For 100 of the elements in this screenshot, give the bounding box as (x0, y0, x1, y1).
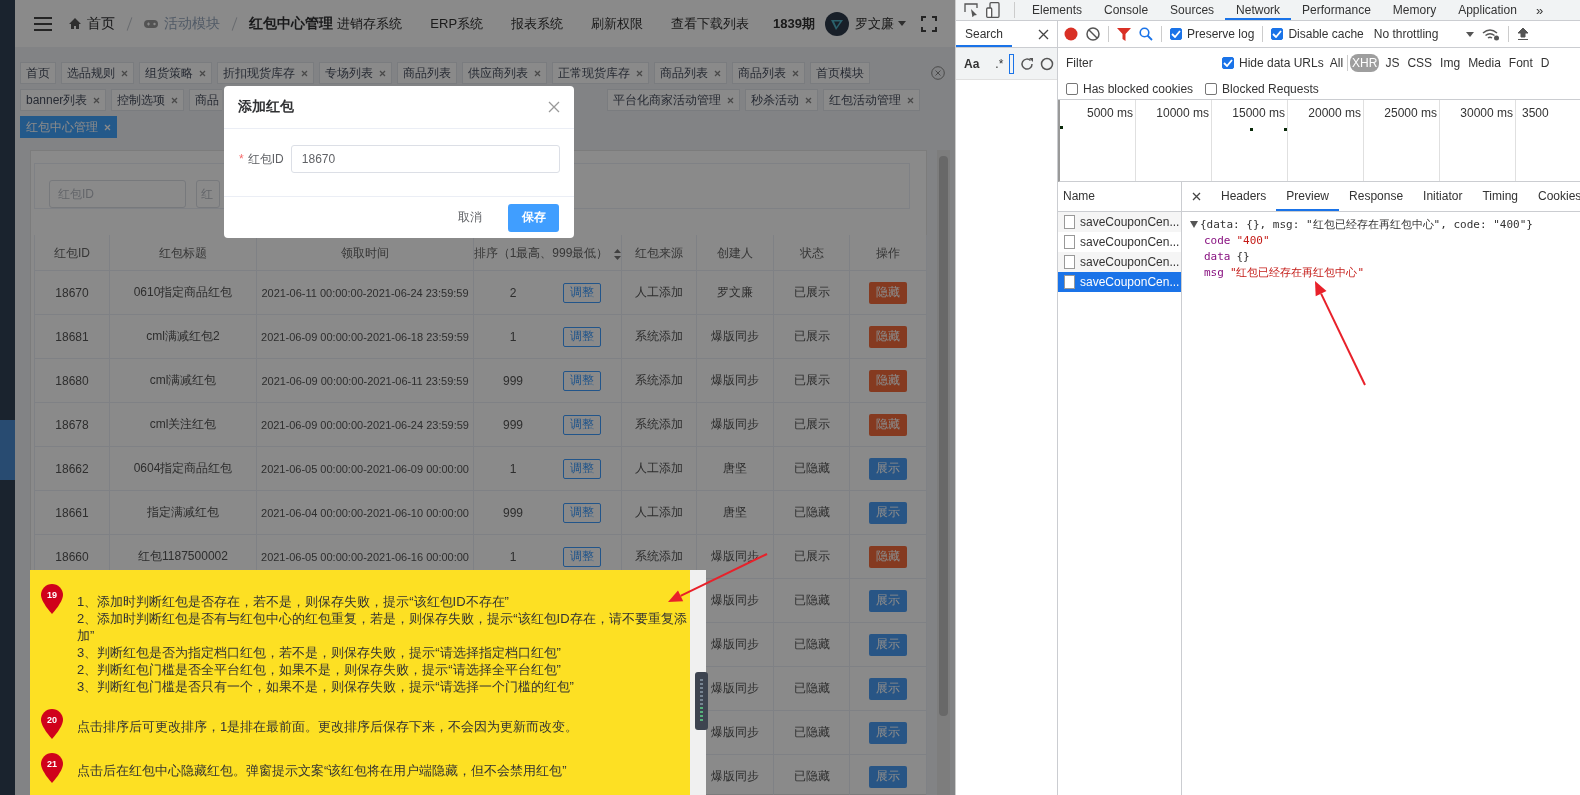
caret-icon[interactable] (898, 21, 906, 26)
devtools-tab[interactable]: Console (1093, 0, 1160, 20)
filter-type-button[interactable]: Img (1438, 54, 1463, 72)
sort-icon[interactable] (614, 249, 622, 260)
tab[interactable]: 专场列表 (319, 62, 392, 84)
throttling-select[interactable]: No throttling (1373, 27, 1439, 41)
tab[interactable]: 秒杀活动 (745, 89, 819, 111)
tab[interactable]: 商品 (189, 89, 223, 111)
close-icon[interactable] (1192, 192, 1201, 201)
save-button[interactable]: 保存 (508, 203, 559, 232)
tab[interactable]: 组货策略 (139, 62, 212, 84)
table-cell: 爆版同步 (697, 403, 774, 446)
checkbox-label[interactable]: Hide data URLs (1239, 56, 1324, 70)
checkbox-label[interactable]: Has blocked cookies (1083, 81, 1194, 96)
detail-tab[interactable]: Response (1339, 182, 1414, 211)
filter-type-button[interactable]: Font (1506, 54, 1535, 72)
search-input[interactable] (1009, 53, 1015, 74)
nav-link[interactable]: ERP系统 (430, 14, 484, 33)
filter-type-button[interactable]: D (1538, 54, 1552, 72)
request-row[interactable]: saveCouponCen... (1058, 252, 1181, 272)
detail-tab[interactable]: Headers (1211, 182, 1277, 211)
search-icon[interactable] (1139, 27, 1153, 41)
checkbox[interactable] (1271, 28, 1284, 40)
inspect-icon[interactable] (964, 3, 978, 17)
filter-icon[interactable] (1117, 27, 1131, 41)
nav-link[interactable]: 进销存系统 (337, 14, 403, 33)
record-icon[interactable] (1064, 27, 1078, 41)
devtools-tab[interactable]: Sources (1159, 0, 1226, 20)
scrollbar[interactable] (937, 150, 950, 795)
detail-tab[interactable]: Preview (1276, 182, 1340, 211)
nav-link[interactable]: 查看下载列表 (671, 14, 750, 33)
user-name[interactable]: 罗文廉 (855, 14, 894, 33)
devtools-tab[interactable]: Network (1225, 0, 1292, 20)
checkbox-label[interactable]: Disable cache (1288, 27, 1364, 41)
number-marker: 20 (40, 709, 64, 739)
table-cell: 2021-06-09 00:00:00-2021-06-24 23:59:59 (257, 403, 474, 446)
devtools-tab[interactable]: Memory (1381, 0, 1448, 20)
checkbox[interactable] (1222, 57, 1234, 69)
close-all-icon[interactable] (931, 66, 945, 80)
coupon-id-field[interactable]: 18670 (290, 145, 560, 173)
nav-link[interactable]: 刷新权限 (591, 14, 644, 33)
table-cell-text: 1 (508, 329, 518, 344)
json-key: msg (1204, 265, 1224, 279)
tab[interactable]: 首页 (20, 62, 56, 84)
caret-icon[interactable] (1466, 31, 1475, 37)
tab[interactable]: 正常现货库存 (552, 62, 649, 84)
detail-tab[interactable]: Timing (1472, 182, 1528, 211)
request-marker (1060, 126, 1063, 129)
device-icon[interactable] (986, 2, 1000, 18)
tab[interactable]: 平台化商家活动管理 (607, 89, 741, 111)
scroll-handle[interactable] (695, 672, 708, 730)
nav-link[interactable]: 报表系统 (511, 14, 564, 33)
tab[interactable]: 红包活动管理 (823, 89, 921, 111)
checkbox-label[interactable]: Preserve log (1187, 27, 1255, 41)
table-cell-text: 999 (502, 417, 524, 432)
more-tabs-button[interactable]: » (1527, 2, 1552, 18)
table-cell: 已展示 (774, 359, 850, 402)
tab[interactable]: 商品列表 (654, 62, 727, 84)
checkbox-label[interactable]: Blocked Requests (1222, 81, 1319, 96)
request-row[interactable]: saveCouponCen... (1058, 212, 1181, 232)
filter-type-button[interactable]: JS (1383, 54, 1402, 72)
request-row[interactable]: saveCouponCen... (1058, 272, 1181, 292)
wifi-settings-icon[interactable] (1482, 27, 1501, 41)
fullscreen-icon[interactable] (921, 15, 937, 32)
table-cell: 18662 (35, 447, 110, 490)
tab[interactable]: banner列表 (20, 89, 107, 111)
tab[interactable]: 选品规则 (61, 62, 134, 84)
detail-tab[interactable]: Initiator (1413, 182, 1473, 211)
filter-type-button[interactable]: CSS (1405, 54, 1435, 72)
tab[interactable]: 商品列表 (397, 62, 457, 84)
filter-type-button[interactable]: Media (1466, 54, 1503, 72)
note-text: 2、判断红包门槛是否全平台红包，如果不是，则保存失败，提示“请选择全平台红包” (77, 661, 562, 678)
note-text: 2、添加时判断红包是否有与红包中心的红包重复，若是，则保存失败，提示“该红包ID存在，请不要重复添加” (77, 610, 687, 644)
menu-icon[interactable] (34, 16, 52, 31)
filter-type-button[interactable]: All (1327, 54, 1346, 72)
devtools-tab[interactable]: Application (1447, 0, 1528, 20)
tab[interactable]: 供应商列表 (462, 62, 547, 84)
checkbox[interactable] (1205, 82, 1218, 95)
table-cell: 人工添加 (622, 447, 697, 490)
table-cell: 2021-06-04 00:00:00-2021-06-10 00:00:00 (257, 491, 474, 534)
avatar-icon[interactable] (825, 11, 849, 36)
tab[interactable]: 商品列表 (732, 62, 805, 84)
clear-icon[interactable] (1040, 56, 1055, 71)
devtools-tab[interactable]: Performance (1291, 0, 1382, 20)
request-marker (1250, 128, 1253, 131)
checkbox[interactable] (1170, 28, 1182, 40)
expand-triangle-icon[interactable] (1190, 220, 1198, 228)
tab[interactable]: 控制选项 (111, 89, 185, 111)
tab[interactable]: 首页模块 (810, 62, 870, 84)
refresh-icon[interactable] (1020, 56, 1035, 71)
upload-icon[interactable] (1517, 27, 1530, 41)
devtools-tab[interactable]: Elements (1021, 0, 1094, 20)
search-option-button[interactable]: Aa (964, 56, 980, 71)
filter-type-button[interactable]: XHR (1350, 54, 1380, 72)
close-icon[interactable] (1038, 28, 1049, 40)
breadcrumb-link[interactable]: 首页 (87, 14, 115, 33)
tab[interactable]: 折扣现货库存 (217, 62, 314, 84)
search-option-button[interactable]: .* (995, 56, 1004, 71)
clear-icon[interactable] (1086, 27, 1100, 41)
checkbox[interactable] (1066, 82, 1078, 95)
